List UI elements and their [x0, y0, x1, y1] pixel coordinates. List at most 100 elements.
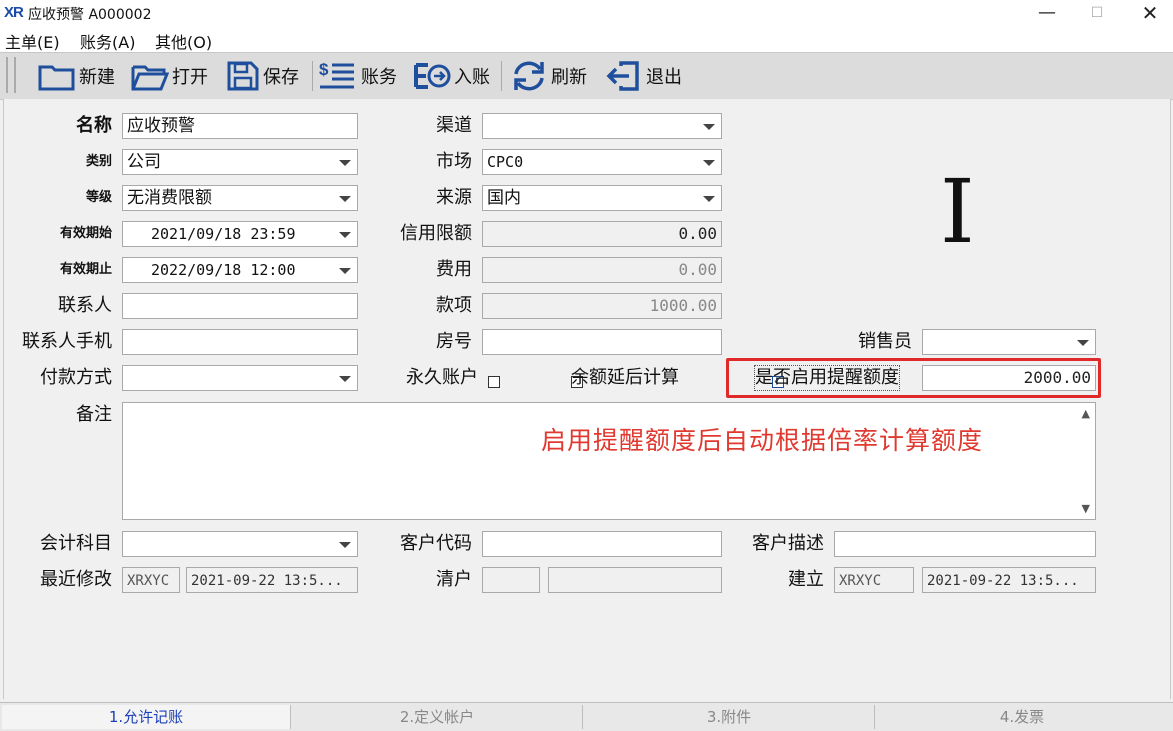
payment-method-select[interactable]: [122, 365, 358, 391]
window-title: 应收预警 A000002: [28, 7, 152, 23]
close-button[interactable]: ✕: [1127, 0, 1173, 28]
save-disk-icon: [227, 61, 259, 91]
last-modified-time: 2021-09-22 13:5...: [186, 567, 358, 593]
account-subject-label: 会计科目: [40, 533, 112, 554]
open-folder-icon: [131, 65, 169, 91]
tab-define-account[interactable]: 2.定义帐户: [292, 705, 583, 729]
permanent-account-label: 永久账户: [406, 367, 478, 388]
account-subject-select[interactable]: [122, 531, 358, 557]
fee-field: 0.00: [482, 257, 722, 283]
exit-arrow-icon: [606, 61, 639, 91]
toolbar: 新建 打开 保存 $ 账务 入账 刷新 退出: [0, 52, 1173, 100]
dropdown-arrow-icon[interactable]: [1077, 340, 1089, 346]
toolbar-separator: [312, 61, 313, 91]
checkout-label: 清户: [436, 569, 472, 590]
refresh-button-label: 刷新: [551, 67, 587, 88]
toolbar-grip[interactable]: [6, 57, 16, 93]
valid-end-value: 2022/09/18 12:00: [151, 261, 296, 279]
accounts-button[interactable]: $ 账务: [318, 59, 397, 93]
payment-method-label: 付款方式: [40, 367, 112, 388]
valid-start-label: 有效期始: [59, 226, 112, 241]
checkout-field-2: [548, 567, 722, 593]
deferred-balance-label: 余额延后计算: [571, 367, 679, 388]
dropdown-arrow-icon[interactable]: [339, 160, 351, 166]
tab-attachments[interactable]: 3.附件: [584, 705, 875, 729]
annotation-text: 启用提醒额度后自动根据倍率计算额度: [541, 426, 984, 455]
credit-limit-field: 0.00: [482, 221, 722, 247]
payment-label: 款项: [436, 295, 472, 316]
credit-limit-label: 信用限额: [400, 223, 472, 244]
salesperson-select[interactable]: [922, 329, 1096, 355]
menu-bar: 主单(E) 账务(A) 其他(O): [0, 28, 1173, 52]
dropdown-arrow-icon[interactable]: [703, 160, 715, 166]
channel-label: 渠道: [436, 115, 472, 136]
post-button[interactable]: 入账: [413, 59, 490, 93]
customer-code-field[interactable]: [482, 531, 722, 557]
permanent-account-checkbox[interactable]: [488, 376, 500, 388]
created-time: 2021-09-22 13:5...: [922, 567, 1096, 593]
last-modified-user-value: XRXYC: [127, 573, 170, 589]
level-select[interactable]: 无消费限额: [122, 185, 358, 211]
scroll-down-icon[interactable]: ▼: [1082, 502, 1090, 515]
dropdown-arrow-icon[interactable]: [339, 376, 351, 382]
created-user: XRXYC: [834, 567, 914, 593]
contact-field[interactable]: [122, 293, 358, 319]
last-modified-time-value: 2021-09-22 13:5...: [191, 573, 343, 589]
save-button[interactable]: 保存: [226, 59, 299, 93]
exit-button-label: 退出: [646, 67, 682, 88]
market-select[interactable]: CPC0: [482, 149, 722, 175]
highlight-box: [726, 358, 1101, 398]
room-no-field[interactable]: [482, 329, 722, 355]
valid-end-picker[interactable]: 2022/09/18 12:00: [122, 257, 358, 283]
save-button-label: 保存: [263, 67, 299, 88]
name-field[interactable]: 应收预警: [122, 113, 358, 139]
remark-scrollbar[interactable]: ▲ ▼: [1075, 403, 1095, 519]
refresh-icon: [514, 61, 544, 91]
market-label: 市场: [436, 151, 472, 172]
dropdown-arrow-icon[interactable]: [339, 542, 351, 548]
menu-main[interactable]: 主单(E): [5, 29, 60, 53]
dropdown-arrow-icon[interactable]: [703, 124, 715, 130]
last-modified-user: XRXYC: [122, 567, 180, 593]
post-entry-icon: [414, 63, 451, 89]
valid-start-picker[interactable]: 2021/09/18 23:59: [122, 221, 358, 247]
dropdown-arrow-icon[interactable]: [339, 268, 351, 274]
source-label: 来源: [436, 187, 472, 208]
ledger-list-icon: $: [319, 60, 354, 89]
dropdown-arrow-icon[interactable]: [339, 196, 351, 202]
refresh-button[interactable]: 刷新: [510, 59, 587, 93]
dropdown-arrow-icon[interactable]: [703, 196, 715, 202]
valid-start-value: 2021/09/18 23:59: [151, 225, 296, 243]
new-button[interactable]: 新建: [38, 59, 115, 93]
customer-desc-field[interactable]: [834, 531, 1096, 557]
maximize-button[interactable]: ☐: [1074, 0, 1120, 28]
category-label: 类别: [85, 154, 112, 169]
title-bar: XR 应收预警 A000002 — ☐ ✕: [0, 0, 1173, 28]
created-label: 建立: [788, 569, 824, 590]
created-user-value: XRXYC: [839, 573, 882, 589]
app-logo: XR: [4, 4, 24, 21]
category-select[interactable]: 公司: [122, 149, 358, 175]
tab-bar: 1.允许记账 2.定义帐户 3.附件 4.发票: [0, 702, 1173, 731]
name-label: 名称: [76, 115, 112, 136]
open-button[interactable]: 打开: [131, 59, 208, 93]
contact-mobile-field[interactable]: [122, 329, 358, 355]
minimize-button[interactable]: —: [1024, 0, 1070, 28]
source-select[interactable]: 国内: [482, 185, 722, 211]
post-button-label: 入账: [454, 67, 490, 88]
new-button-label: 新建: [79, 67, 115, 88]
svg-text:$: $: [319, 60, 329, 79]
channel-select[interactable]: [482, 113, 722, 139]
menu-other[interactable]: 其他(O): [155, 29, 212, 53]
created-time-value: 2021-09-22 13:5...: [927, 573, 1079, 589]
menu-accounts[interactable]: 账务(A): [80, 29, 135, 53]
tab-invoice[interactable]: 4.发票: [876, 705, 1168, 729]
tab-allow-posting[interactable]: 1.允许记账: [2, 705, 291, 729]
scroll-up-icon[interactable]: ▲: [1082, 407, 1090, 420]
dropdown-arrow-icon[interactable]: [339, 232, 351, 238]
salesperson-label: 销售员: [858, 331, 912, 352]
exit-button[interactable]: 退出: [605, 59, 682, 93]
remark-label: 备注: [76, 404, 112, 425]
accounts-button-label: 账务: [361, 67, 397, 88]
remark-textarea[interactable]: ▲ ▼: [122, 402, 1096, 520]
